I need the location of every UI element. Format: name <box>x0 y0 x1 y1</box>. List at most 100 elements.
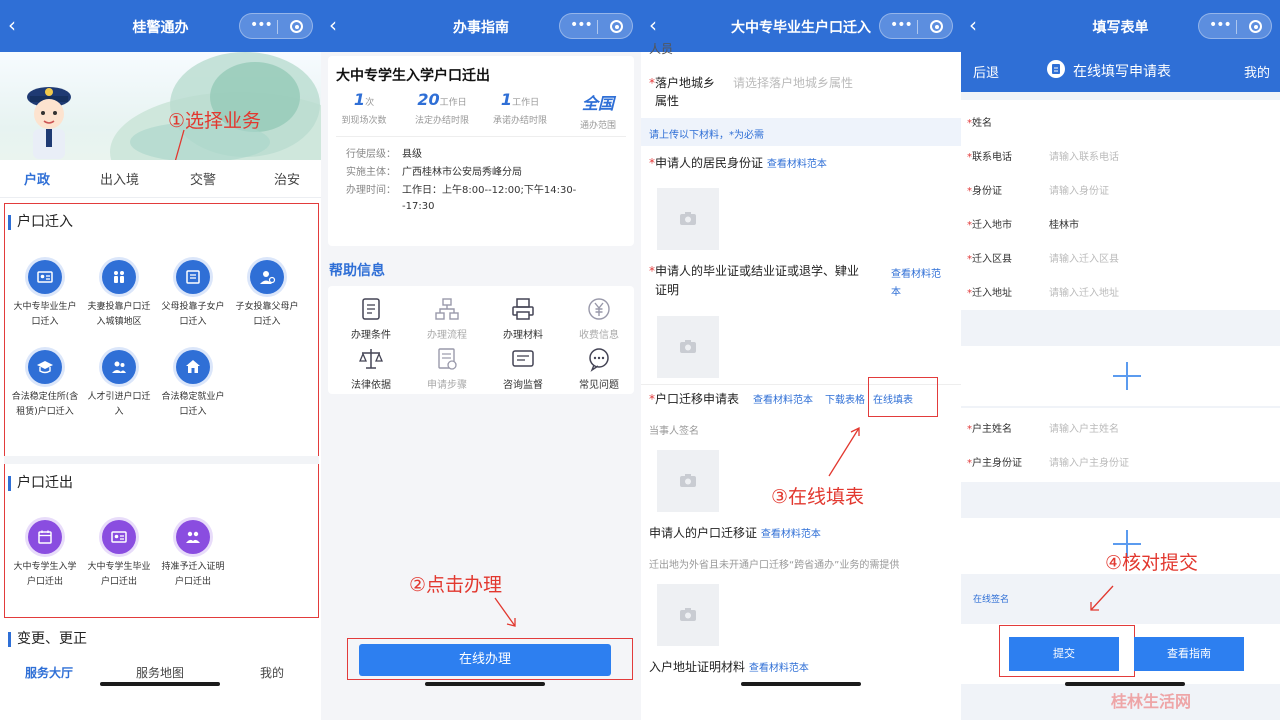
user-location-icon <box>250 260 284 294</box>
service-item[interactable]: 合法稳定住所(含租赁)户口迁入 <box>10 350 80 420</box>
annotation-online-fill: ③在线填表 <box>771 486 865 508</box>
service-label: 人才引进户口迁入 <box>87 392 151 417</box>
more-icon[interactable]: ••• <box>1209 17 1232 33</box>
nav-service-hall[interactable]: 服务大厅 <box>25 664 73 681</box>
close-target-icon[interactable] <box>610 20 623 33</box>
panel-guide: ‹ 办事指南 ••• 大中专学生入学户口迁出 1次 到现场次数 20工作日 法定… <box>321 0 641 720</box>
close-target-icon[interactable] <box>930 20 943 33</box>
chat-window-icon <box>512 350 534 367</box>
section-title-out: 户口迁出 <box>8 476 73 491</box>
view-sample-link[interactable]: 查看材料范本 <box>767 159 827 170</box>
district-input[interactable]: 请输入迁入区县 <box>1049 250 1119 265</box>
add-icon[interactable] <box>1113 362 1141 390</box>
help-consult[interactable]: 咨询监督 <box>488 346 558 391</box>
back-button[interactable]: 后退 <box>973 62 999 81</box>
tab-churujing[interactable]: 出入境 <box>100 169 139 188</box>
mine-button[interactable]: 我的 <box>1244 62 1270 81</box>
service-label: 夫妻投靠户口迁入城镇地区 <box>87 302 151 327</box>
home-indicator <box>741 682 861 686</box>
close-target-icon[interactable] <box>290 20 303 33</box>
service-label: 大中专学生毕业户口迁出 <box>87 562 151 587</box>
service-label: 大中专学生入学户口迁出 <box>13 562 77 587</box>
field-label: *迁入地市 <box>967 220 1012 231</box>
address-input[interactable]: 请输入迁入地址 <box>1049 284 1119 299</box>
calendar-icon <box>28 520 62 554</box>
home-indicator <box>1065 682 1185 686</box>
tab-jiaojing[interactable]: 交警 <box>190 169 216 188</box>
field-label: *户主姓名 <box>967 424 1012 435</box>
help-steps[interactable]: 申请步骤 <box>412 346 482 391</box>
document-icon <box>176 260 210 294</box>
more-icon[interactable]: ••• <box>250 17 273 33</box>
service-item[interactable]: 持准予迁入证明户口迁出 <box>158 520 228 590</box>
panel-fill-form: ‹ 填写表单 ••• 后退 在线填写申请表 我的 *姓名 *联系电话 请输入联系… <box>961 0 1280 720</box>
city-input[interactable]: 桂林市 <box>1049 216 1079 231</box>
annotation-arrow <box>1090 585 1114 611</box>
service-item[interactable]: 大中专学生入学户口迁出 <box>10 520 80 590</box>
service-item[interactable]: 合法稳定就业户口迁入 <box>158 350 228 420</box>
top-bar: ‹ 填写表单 ••• <box>961 0 1280 52</box>
view-sample-link[interactable]: 查看材料范本 <box>753 391 813 406</box>
online-fill-link[interactable]: 在线填表 <box>873 391 913 406</box>
upload-photo-slot[interactable] <box>657 316 719 378</box>
submit-button[interactable]: 提交 <box>1009 637 1119 671</box>
tab-zhian[interactable]: 治安 <box>274 169 300 188</box>
more-icon[interactable]: ••• <box>890 17 913 33</box>
help-faq[interactable]: 常见问题 <box>564 346 634 391</box>
householder-id-input[interactable]: 请输入户主身份证 <box>1049 454 1129 469</box>
service-item[interactable]: 子女投靠父母户口迁入 <box>232 260 302 330</box>
close-target-icon[interactable] <box>1249 20 1262 33</box>
checklist-icon <box>362 298 380 320</box>
help-process[interactable]: 办理流程 <box>412 296 482 341</box>
householder-name-input[interactable]: 请输入户主姓名 <box>1049 420 1119 435</box>
miniapp-capsule: ••• <box>1198 13 1272 39</box>
graduation-cap-icon <box>28 350 62 384</box>
field-label: *姓名 <box>967 118 992 129</box>
top-bar: ‹ 大中专毕业生户口迁入 ••• <box>641 0 961 52</box>
home-indicator <box>100 682 220 686</box>
material-title: *申请人的居民身份证 查看材料范本 <box>649 156 827 170</box>
info-level: 行使层级： 县级 <box>346 149 422 160</box>
help-conditions[interactable]: 办理条件 <box>336 296 406 341</box>
signature-label[interactable]: 在线签名 <box>973 592 1009 605</box>
category-tabs: 户政 出入境 交警 治安 <box>0 160 321 198</box>
more-icon[interactable]: ••• <box>570 17 593 33</box>
service-item[interactable]: 大中专学生毕业户口迁出 <box>84 520 154 590</box>
service-item[interactable]: 大中专毕业生户口迁入 <box>10 260 80 330</box>
nav-service-map[interactable]: 服务地图 <box>136 664 184 681</box>
upload-photo-slot[interactable] <box>657 188 719 250</box>
field-label: *户主身份证 <box>967 458 1022 469</box>
nav-mine[interactable]: 我的 <box>260 664 284 681</box>
service-name: 大中专学生入学户口迁出 <box>336 68 490 84</box>
tab-huzheng[interactable]: 户政 <box>24 169 50 188</box>
download-form-link[interactable]: 下载表格 <box>825 391 865 406</box>
watermark-logo: 桂林生活网 <box>1111 692 1192 711</box>
help-legal[interactable]: 法律依据 <box>336 346 406 391</box>
help-fees[interactable]: 收费信息 <box>564 296 634 341</box>
view-sample-link[interactable]: 查看材料范本 <box>749 663 809 674</box>
speech-bubble-icon <box>589 348 609 372</box>
view-guide-button[interactable]: 查看指南 <box>1134 637 1244 671</box>
partial-field-label: 人员 <box>649 42 674 56</box>
online-apply-button[interactable]: 在线办理 <box>359 644 611 676</box>
service-item[interactable]: 人才引进户口迁入 <box>84 350 154 420</box>
id-number-input[interactable]: 请输入身份证 <box>1049 182 1109 197</box>
annotation-click-handle: ②点击办理 <box>409 574 503 596</box>
service-item[interactable]: 夫妻投靠户口迁入城镇地区 <box>84 260 154 330</box>
view-sample-link[interactable]: 查看材料范本 <box>891 264 951 300</box>
material-desc: 迁出地为外省且未开通户口迁移“跨省通办”业务的需提供 <box>649 560 900 571</box>
phone-input[interactable]: 请输入联系电话 <box>1049 148 1119 163</box>
service-label: 持准予迁入证明户口迁出 <box>161 562 225 587</box>
view-sample-link[interactable]: 查看材料范本 <box>761 529 821 540</box>
id-card-icon <box>102 520 136 554</box>
annotation-check-submit: ④核对提交 <box>1105 552 1199 574</box>
help-materials[interactable]: 办理材料 <box>488 296 558 341</box>
annotation-arrow <box>828 426 860 477</box>
service-label: 大中专毕业生户口迁入 <box>13 302 77 327</box>
service-item[interactable]: 父母投靠子女户口迁入 <box>158 260 228 330</box>
service-label: 合法稳定住所(含租赁)户口迁入 <box>11 392 79 417</box>
service-label: 合法稳定就业户口迁入 <box>161 392 225 417</box>
urban-rural-select[interactable]: 请选择落户地城乡属性 <box>733 74 853 91</box>
upload-photo-slot[interactable] <box>657 584 719 646</box>
upload-photo-slot[interactable] <box>657 450 719 512</box>
